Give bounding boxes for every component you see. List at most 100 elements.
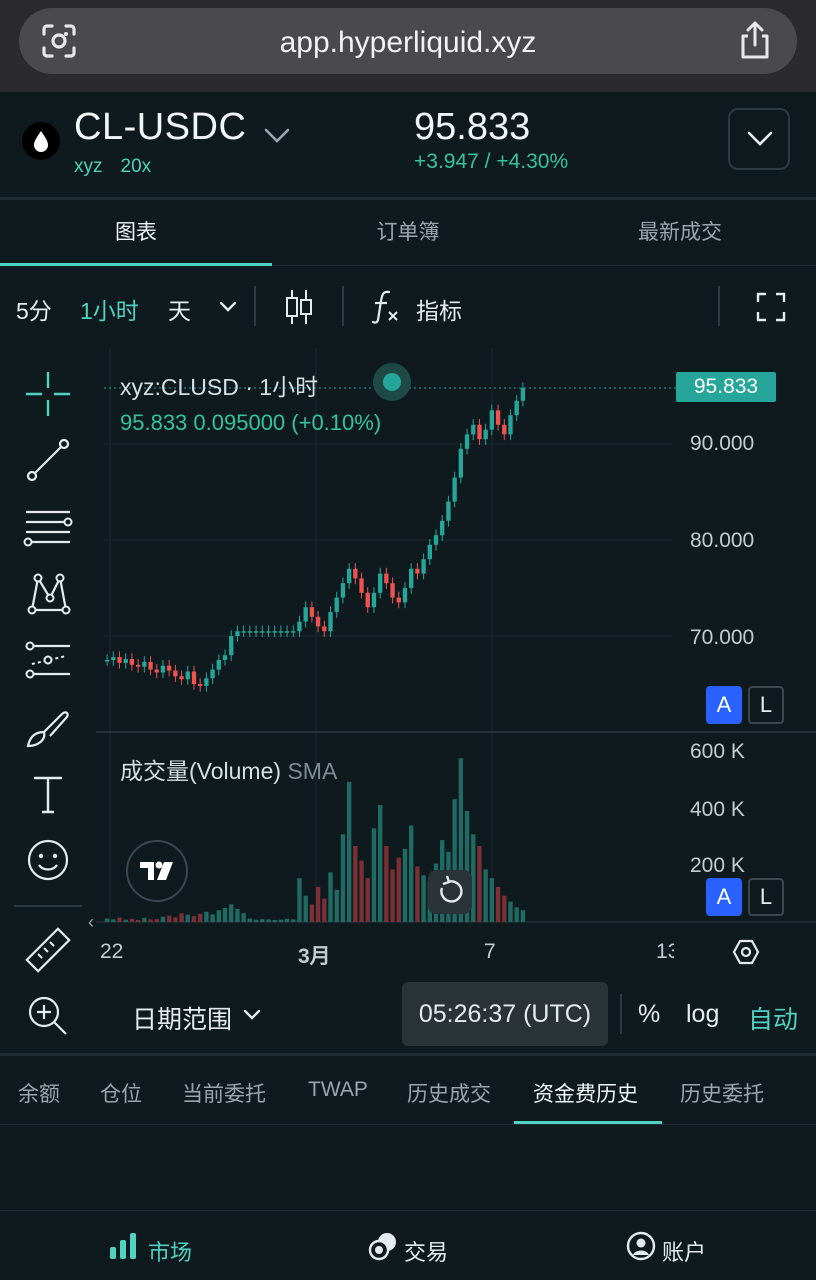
oil-drop-icon [34,131,48,152]
tab-open-orders[interactable]: 当前委托 [182,1078,266,1108]
auto-scale-toggle[interactable]: 自动 [748,1000,798,1036]
candle [241,631,246,633]
brush-icon [26,711,69,748]
tab-funding-history[interactable]: 资金费历史 [533,1078,638,1108]
nav-market[interactable]: 市场 [148,1235,192,1267]
candle [322,626,327,632]
tab-balance[interactable]: 余额 [18,1078,60,1108]
candle [390,583,395,598]
chevron-down-icon[interactable] [242,1008,262,1022]
candle [278,631,284,633]
candle [334,597,339,612]
ruler-tool[interactable] [22,924,74,976]
price-chart[interactable]: xyz:CLUSD · 1小时 95.833 0.095000 (+0.10%)… [88,348,816,968]
scroll-left-icon[interactable]: ‹ [88,912,94,933]
volume-sma-label: SMA [287,758,338,784]
crosshair-tool[interactable] [22,368,74,420]
candle [514,400,519,416]
volume-bar [117,917,122,922]
candle [495,410,501,425]
volume-bar [253,919,259,922]
tab-chart[interactable]: 图表 [0,200,272,266]
volume-bar [353,846,358,922]
account-icon[interactable] [626,1231,656,1261]
volume-bar [235,908,240,922]
auto-scale-button[interactable]: A [706,878,742,916]
x-axis-label: 13 [656,940,674,963]
function-icon[interactable] [370,288,402,324]
pattern-icon [27,573,71,615]
last-price: 95.833 [414,106,531,148]
volume-bar [266,919,271,922]
zoom-tool[interactable] [22,990,74,1042]
candle [117,657,122,663]
auto-scale-button[interactable]: A [706,686,742,724]
percent-scale-button[interactable]: % [638,1000,660,1029]
trendline-tool[interactable] [22,434,74,486]
volume-bar [129,918,135,922]
divider [718,286,720,326]
pair-name[interactable]: CL-USDC [74,106,246,149]
volume-bar [272,919,277,922]
log-scale-button[interactable]: L [748,686,784,724]
volume-bar [520,910,526,922]
interval-5m[interactable]: 5分 [16,292,52,326]
utc-clock[interactable]: 05:26:37 (UTC) [402,982,608,1046]
candlestick-icon[interactable] [284,286,314,328]
candle [291,631,296,633]
tab-order-history[interactable]: 历史委托 [680,1078,764,1108]
volume-bar [210,914,215,922]
tradingview-logo[interactable] [126,840,188,902]
tab-trade-history[interactable]: 历史成交 [407,1078,491,1108]
share-icon[interactable] [737,20,773,60]
trade-coins-icon[interactable] [368,1231,398,1261]
emoji-tool[interactable] [22,834,74,886]
volume-axis-label: 200 K [690,854,745,874]
address-bar[interactable]: app.hyperliquid.xyz [19,8,797,74]
chevron-down-icon[interactable] [262,126,292,146]
url-text[interactable]: app.hyperliquid.xyz [19,26,797,60]
candle [384,573,389,584]
log-scale-button[interactable]: L [748,878,784,916]
fullscreen-icon[interactable] [756,292,786,322]
volume-bar [396,857,401,922]
indicators-button[interactable]: 指标 [416,292,462,326]
chart-settings-icon[interactable] [732,938,760,966]
date-range-button[interactable]: 日期范围 [132,1000,232,1036]
x-axis-label: 3月 [298,945,331,968]
candle [210,669,215,679]
interval-1h[interactable]: 1小时 [80,292,139,326]
volume-bar [284,918,290,922]
y-axis-label: 80.000 [690,529,755,552]
candle [365,592,370,608]
tab-positions[interactable]: 仓位 [100,1078,142,1108]
nav-trade[interactable]: 交易 [404,1235,448,1267]
volume-bar [514,907,519,922]
market-bars-icon[interactable] [108,1231,138,1261]
volume-bar [260,919,265,922]
pattern-tool[interactable] [22,568,74,620]
candle [154,669,159,673]
candle [142,661,147,667]
candle [471,424,476,435]
volume-bar [160,916,166,922]
reset-chart-button[interactable] [428,870,472,914]
tab-twap[interactable]: TWAP [308,1078,368,1102]
volume-bar [173,917,178,922]
candle [359,578,364,593]
horizontal-lines-tool[interactable] [22,500,74,552]
chevron-down-icon[interactable] [218,300,238,314]
candle [508,415,513,435]
tab-orderbook[interactable]: 订单簿 [272,200,544,266]
x-axis-label: 7 [484,940,496,963]
volume-bar [179,913,184,922]
nav-account[interactable]: 账户 [662,1235,706,1267]
text-tool[interactable] [22,768,74,820]
interval-day[interactable]: 天 [168,292,191,326]
forecast-tool[interactable] [22,634,74,686]
volume-bar [104,918,110,922]
brush-tool[interactable] [22,702,74,754]
tab-trades[interactable]: 最新成交 [544,200,816,266]
expand-stats-button[interactable] [728,108,790,170]
log-scale-toggle[interactable]: log [686,1000,719,1029]
